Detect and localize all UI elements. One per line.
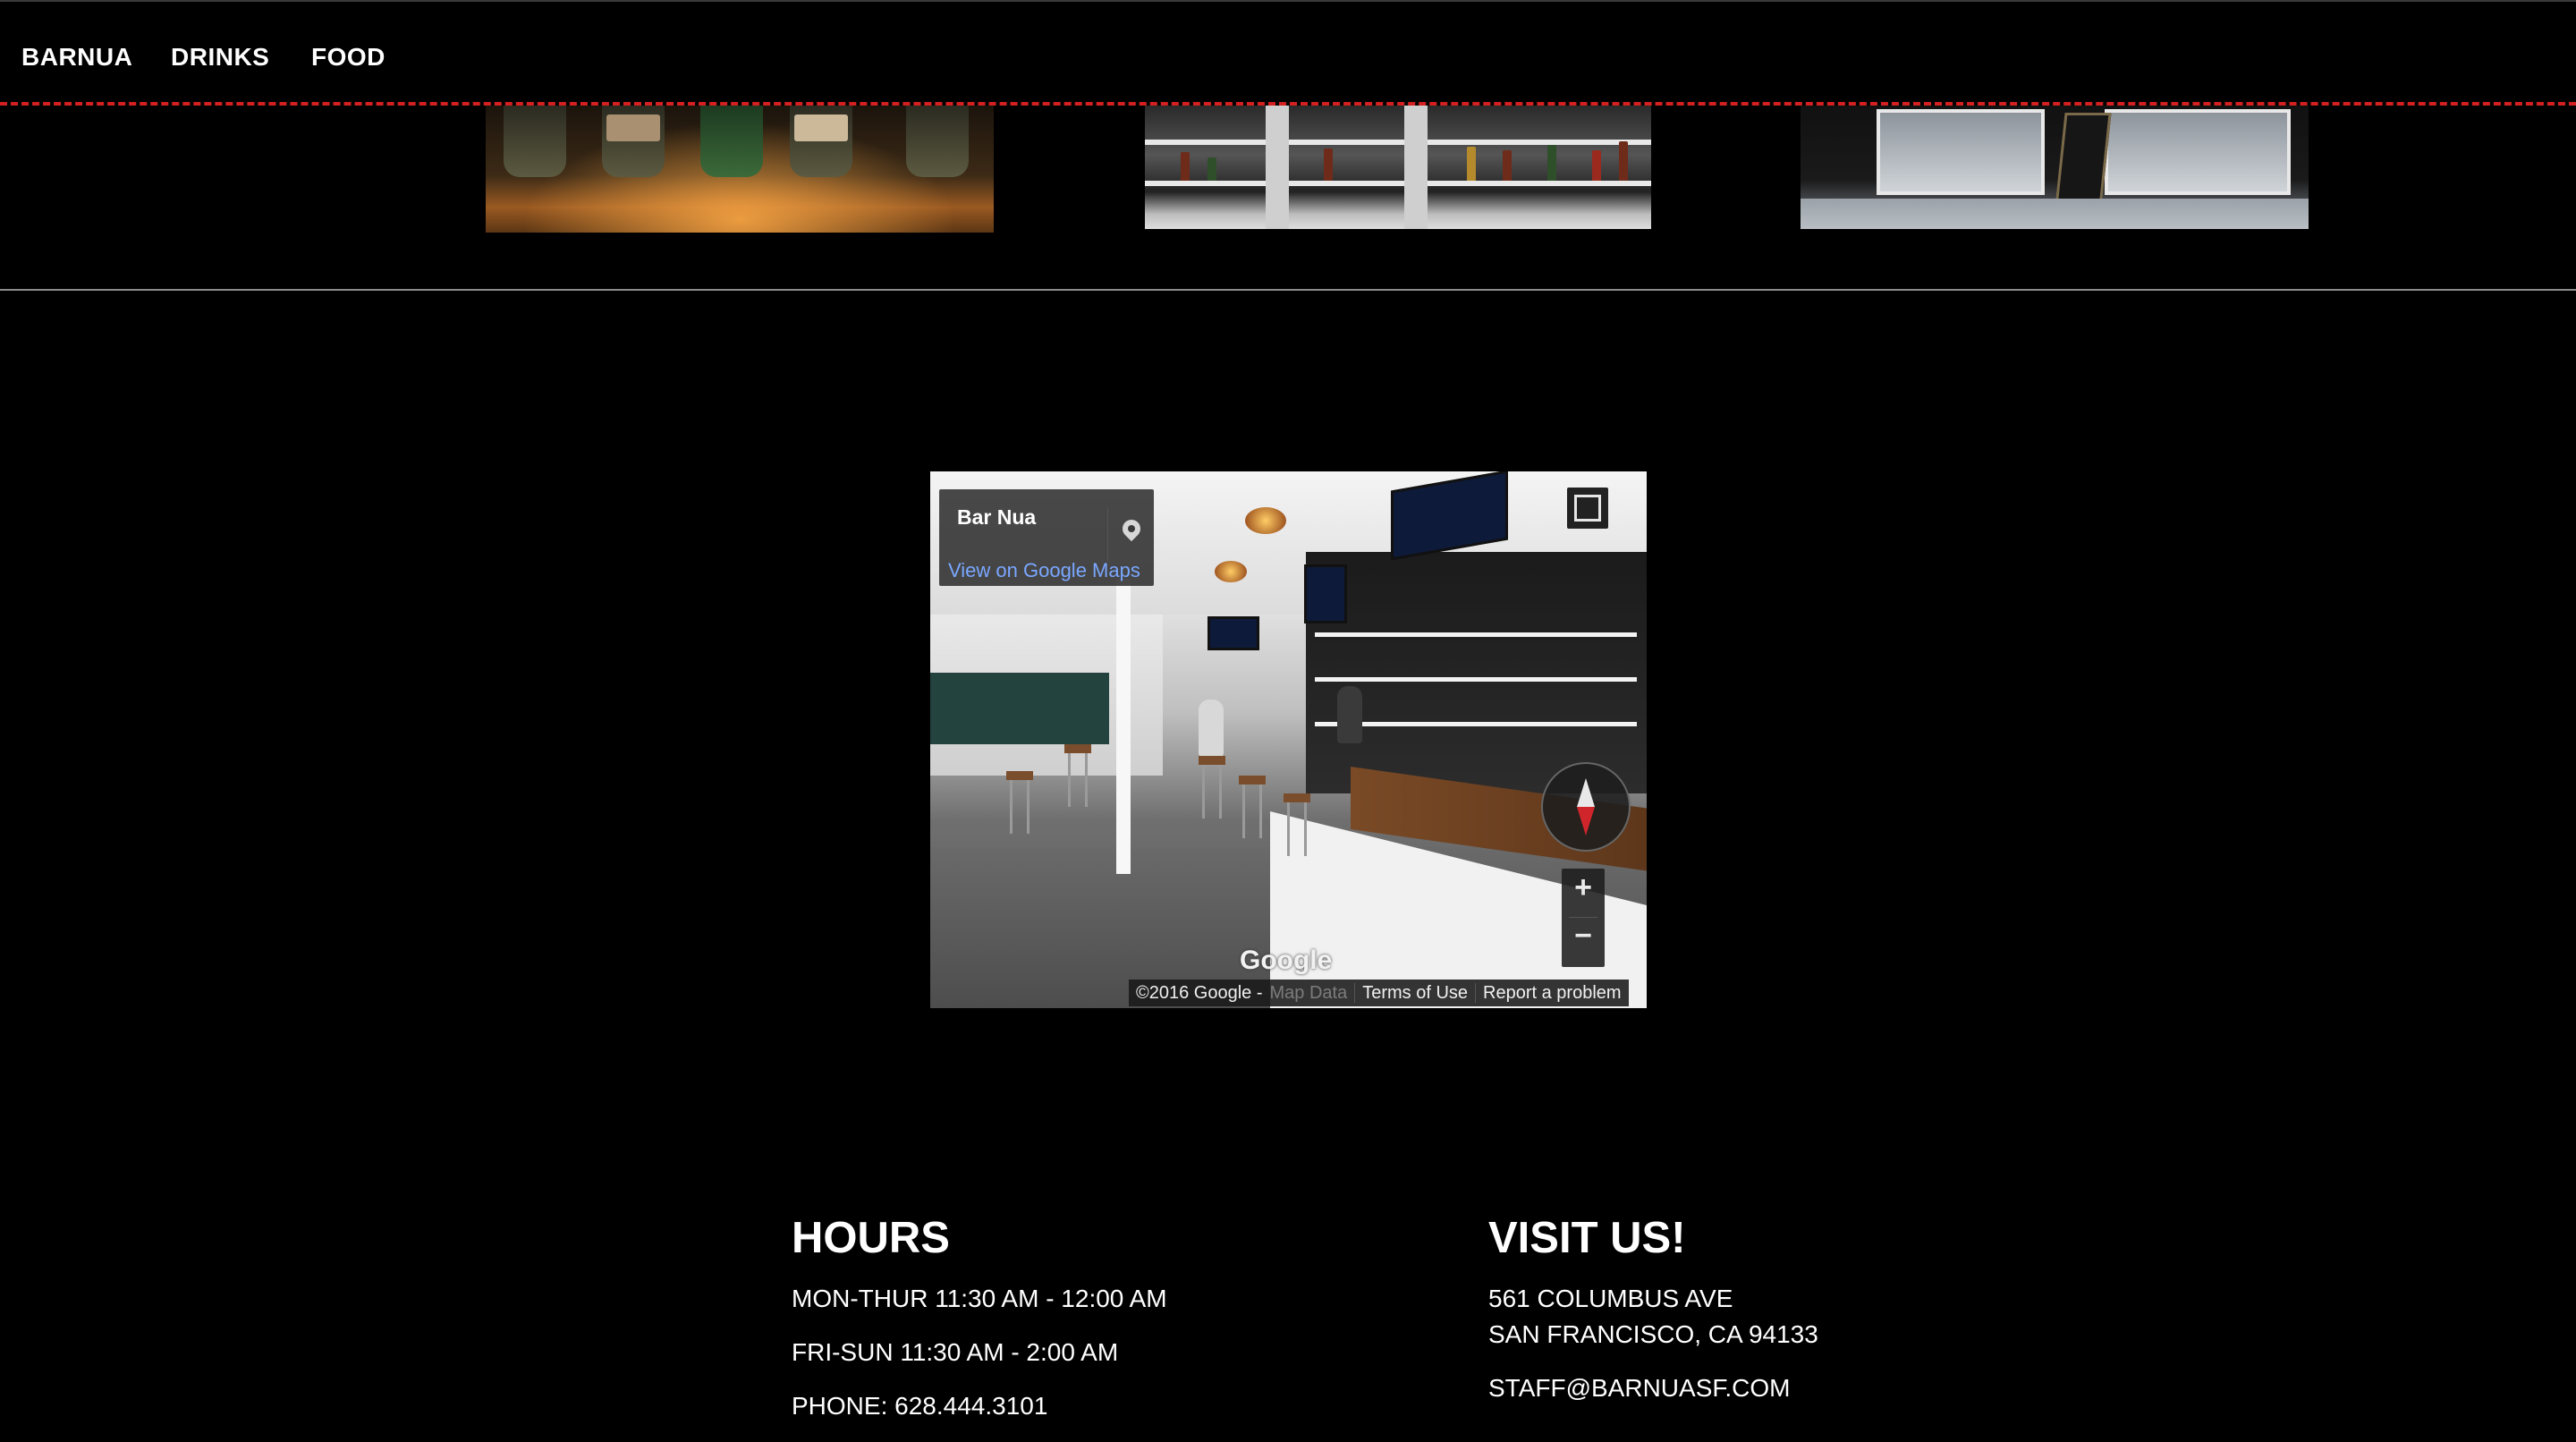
hours-line-weekday: MON-THUR 11:30 AM - 12:00 AM: [792, 1285, 1167, 1312]
zoom-control: + −: [1562, 869, 1605, 967]
nav-link-food[interactable]: FOOD: [311, 43, 386, 72]
pin-icon[interactable]: [1107, 507, 1155, 561]
map-data-link[interactable]: Map Data: [1270, 983, 1355, 1004]
map-attribution-bar: ©2016 Google - Map Data Terms of Use Rep…: [1129, 980, 1629, 1006]
phone-number[interactable]: PHONE: 628.444.3101: [792, 1392, 1047, 1421]
email-link[interactable]: STAFF@BARNUASF.COM: [1488, 1374, 1790, 1403]
gallery-image-bar-shelves[interactable]: [1145, 106, 1651, 229]
street-view-map[interactable]: Bar Nua View on Google Maps + − Google ©…: [930, 471, 1647, 1008]
zoom-in-button[interactable]: +: [1562, 870, 1605, 905]
hours-line-weekend: FRI-SUN 11:30 AM - 2:00 AM: [792, 1338, 1119, 1366]
fullscreen-icon[interactable]: [1567, 488, 1608, 529]
visit-heading: VISIT US!: [1488, 1214, 1686, 1262]
section-divider: [0, 289, 2576, 291]
place-name: Bar Nua: [957, 505, 1037, 529]
report-problem-link[interactable]: Report a problem: [1476, 983, 1629, 1004]
zoom-out-button[interactable]: −: [1562, 919, 1605, 954]
compass-icon[interactable]: [1541, 762, 1631, 852]
nav-link-barnua[interactable]: BARNUA: [21, 43, 132, 72]
address-line-2: SAN FRANCISCO, CA 94133: [1488, 1320, 1818, 1348]
map-copyright: ©2016 Google -: [1136, 982, 1263, 1003]
address-line-1: 561 COLUMBUS AVE: [1488, 1285, 1733, 1312]
gallery-image-storefront[interactable]: [1801, 106, 2309, 229]
view-on-google-maps-link[interactable]: View on Google Maps: [948, 559, 1140, 582]
nav-link-drinks[interactable]: DRINKS: [171, 43, 269, 72]
nav-dashed-divider: [0, 102, 2576, 106]
google-logo: Google: [1240, 946, 1333, 975]
top-nav: BARNUA DRINKS FOOD: [0, 2, 2576, 102]
gallery-image-bar-counter[interactable]: [486, 106, 994, 233]
terms-of-use-link[interactable]: Terms of Use: [1355, 983, 1475, 1004]
hours-heading: HOURS: [792, 1214, 950, 1262]
